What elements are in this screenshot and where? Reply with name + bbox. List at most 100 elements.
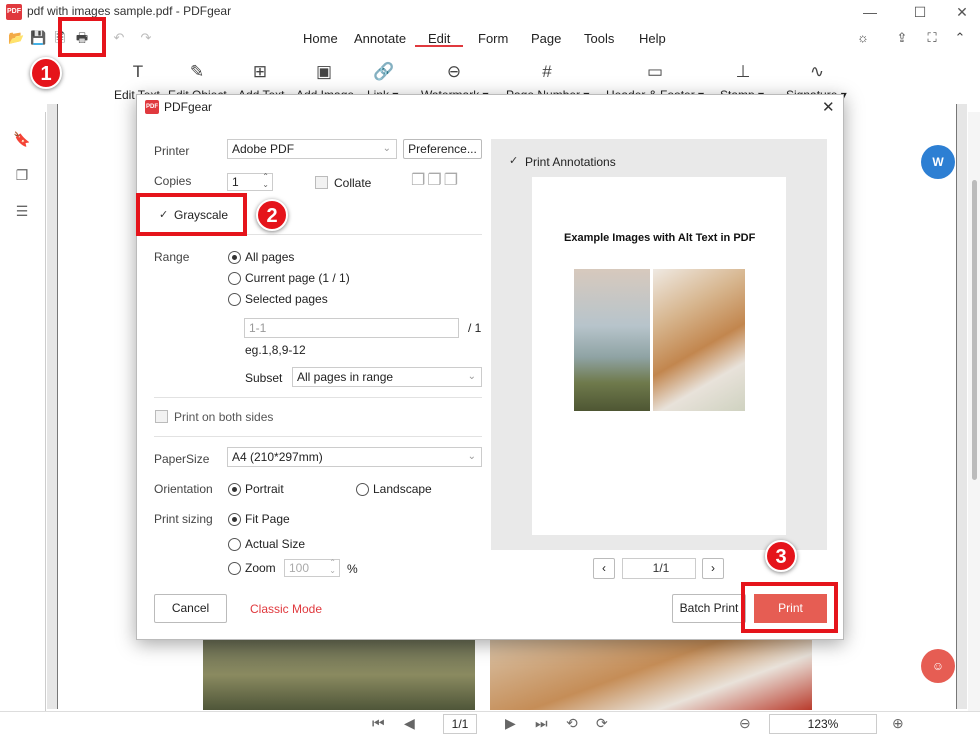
rotate-left-icon[interactable]: ⟲ [566, 715, 578, 732]
fullscreen-icon[interactable]: ⛶ [924, 30, 940, 46]
range-current-label: Current page (1 / 1) [245, 271, 350, 285]
collate-checkbox[interactable] [315, 176, 328, 189]
menu-home[interactable]: Home [303, 31, 338, 46]
zoom-percent-input[interactable]: 100 ⌃ ⌄ [284, 559, 340, 577]
highlight-print-button [741, 582, 838, 633]
chevron-down-icon: ⌄ [467, 451, 476, 462]
subset-select[interactable]: All pages in range ⌄ [292, 367, 482, 387]
last-page-icon[interactable]: ⏭ [535, 715, 548, 732]
step-badge-1: 1 [30, 57, 62, 89]
comments-icon[interactable]: ☰ [13, 202, 31, 220]
step-badge-3: 3 [765, 540, 797, 572]
zoom-label: Zoom [245, 561, 276, 575]
divider [154, 436, 482, 437]
preview-next-button[interactable]: › [702, 558, 724, 579]
page-indicator[interactable]: 1/1 [443, 714, 477, 734]
zoom-percent-value: 100 [289, 561, 310, 575]
actual-size-radio[interactable] [228, 538, 241, 551]
minimize-button[interactable]: — [858, 2, 882, 22]
share-icon[interactable]: ⇪ [894, 30, 910, 46]
link-icon[interactable]: 🔗 [372, 60, 396, 84]
first-page-icon[interactable]: ⏮ [372, 715, 385, 732]
document-image-grass [203, 640, 475, 710]
papersize-select[interactable]: A4 (210*297mm) ⌄ [227, 447, 482, 467]
printer-select[interactable]: Adobe PDF ⌄ [227, 139, 397, 159]
actual-size-label: Actual Size [245, 537, 306, 551]
landscape-radio[interactable] [356, 483, 369, 496]
add-text-icon[interactable]: ⊞ [248, 60, 272, 84]
collapse-ribbon-icon[interactable]: ⌃ [952, 30, 968, 46]
step-badge-2: 2 [256, 199, 288, 231]
convert-word-icon[interactable]: W [921, 145, 955, 179]
fit-page-radio[interactable] [228, 513, 241, 526]
maximize-button[interactable]: ☐ [908, 2, 932, 22]
portrait-radio[interactable] [228, 483, 241, 496]
preview-image-grass [574, 269, 650, 411]
zoom-in-icon[interactable]: ⊕ [892, 715, 904, 732]
dialog-logo-icon: PDF [145, 100, 159, 114]
print-annotations-check-icon[interactable]: ✓ [509, 154, 518, 167]
menu-annotate[interactable]: Annotate [354, 31, 406, 46]
both-sides-checkbox[interactable] [155, 410, 168, 423]
copies-label: Copies [154, 174, 192, 188]
open-file-icon[interactable]: 📂 [8, 30, 24, 46]
edit-object-icon[interactable]: ✎ [185, 60, 209, 84]
both-sides-label: Print on both sides [174, 410, 274, 424]
preview-prev-button[interactable]: ‹ [593, 558, 615, 579]
undo-icon[interactable]: ↶ [111, 30, 127, 46]
print-sizing-label: Print sizing [154, 512, 213, 526]
printer-label: Printer [154, 144, 190, 158]
copies-value: 1 [232, 175, 239, 189]
range-current-radio[interactable] [228, 272, 241, 285]
dialog-close-icon[interactable]: ✕ [822, 98, 835, 116]
landscape-label: Landscape [373, 482, 432, 496]
classic-mode-link[interactable]: Classic Mode [250, 602, 322, 616]
bookmark-icon[interactable]: 🔖 [13, 130, 31, 148]
menu-tools[interactable]: Tools [584, 31, 614, 46]
preference-button[interactable]: Preference... [403, 139, 482, 159]
preview-title: Example Images with Alt Text in PDF [564, 232, 756, 244]
prev-page-icon[interactable]: ◀ [404, 715, 415, 732]
zoom-level[interactable]: 123% [769, 714, 877, 734]
preview-page-indicator[interactable]: 1/1 [622, 558, 696, 579]
range-selected-radio[interactable] [228, 293, 241, 306]
highlight-print-toolbar [58, 17, 106, 57]
stepper-arrows-icon: ⌃ ⌄ [262, 172, 269, 189]
print-annotations-label[interactable]: Print Annotations [525, 155, 616, 169]
fit-page-label: Fit Page [245, 512, 290, 526]
ai-assistant-icon[interactable]: ☺ [921, 649, 955, 683]
menu-page[interactable]: Page [531, 31, 561, 46]
pages-total: / 1 [468, 321, 482, 335]
stamp-icon[interactable]: ⊥ [731, 60, 755, 84]
watermark-icon[interactable]: ⊖ [442, 60, 466, 84]
batch-print-button[interactable]: Batch Print [672, 594, 746, 623]
add-image-icon[interactable]: ▣ [312, 60, 336, 84]
edit-text-icon[interactable]: T [126, 60, 150, 84]
pages-input[interactable]: 1-1 [244, 318, 459, 338]
menu-active-indicator [415, 45, 463, 47]
pages-hint: eg.1,8,9-12 [245, 343, 306, 357]
header-footer-icon[interactable]: ▭ [643, 60, 667, 84]
cancel-button[interactable]: Cancel [154, 594, 227, 623]
rotate-right-icon[interactable]: ⟳ [596, 715, 608, 732]
scrollbar-thumb[interactable] [972, 180, 977, 480]
close-window-button[interactable]: ✕ [950, 2, 974, 22]
redo-icon[interactable]: ↷ [138, 30, 154, 46]
thumbnails-icon[interactable]: ❐ [13, 166, 31, 184]
window-title: pdf with images sample.pdf - PDFgear [27, 4, 232, 18]
menu-form[interactable]: Form [478, 31, 508, 46]
signature-icon[interactable]: ∿ [805, 60, 829, 84]
stepper-arrows-icon: ⌃ ⌄ [329, 558, 336, 575]
save-icon[interactable]: 💾 [30, 30, 46, 46]
menu-edit[interactable]: Edit [428, 31, 450, 46]
next-page-icon[interactable]: ▶ [505, 715, 516, 732]
range-all-radio[interactable] [228, 251, 241, 264]
copies-stepper[interactable]: 1 ⌃ ⌄ [227, 173, 273, 191]
dialog-title: PDFgear [164, 100, 213, 114]
page-number-icon[interactable]: # [535, 60, 559, 84]
menu-help[interactable]: Help [639, 31, 666, 46]
printer-value: Adobe PDF [232, 142, 295, 156]
zoom-out-icon[interactable]: ⊖ [739, 715, 751, 732]
zoom-radio[interactable] [228, 562, 241, 575]
theme-icon[interactable]: ☼ [855, 30, 871, 46]
